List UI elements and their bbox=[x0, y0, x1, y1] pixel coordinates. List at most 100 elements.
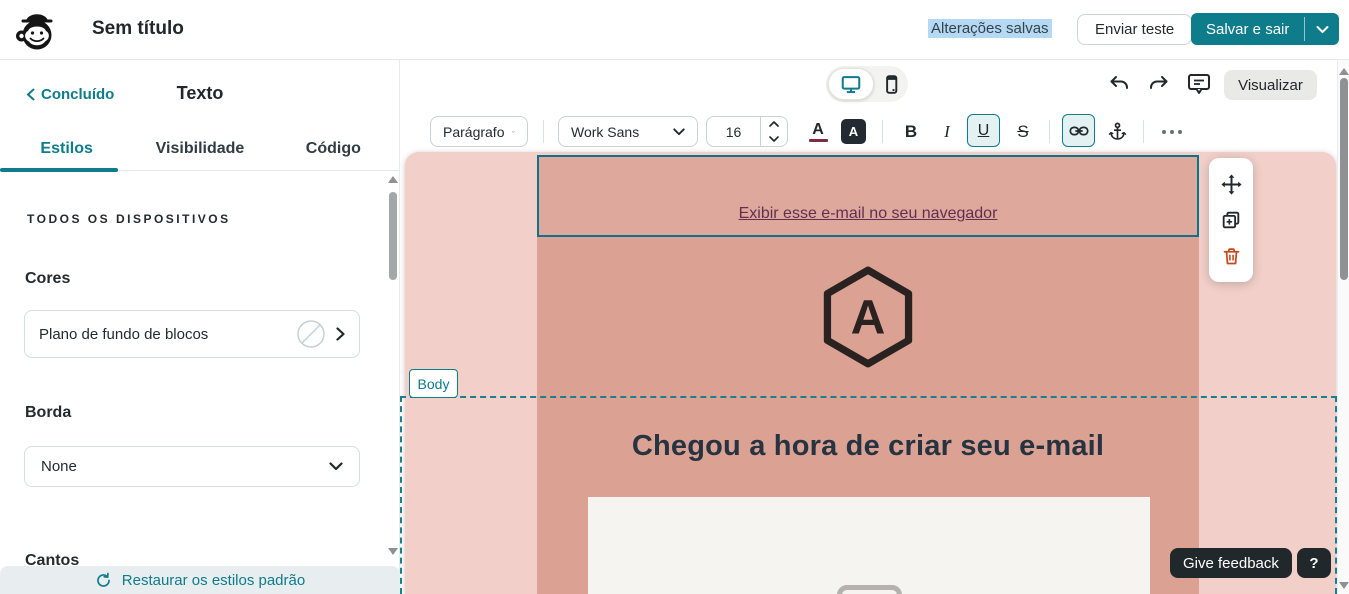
text-color-swatch bbox=[809, 139, 828, 142]
email-canvas: Exibir esse e-mail no seu navegador A Ch… bbox=[405, 152, 1336, 594]
preview-button[interactable]: Visualizar bbox=[1224, 70, 1317, 100]
bold-button[interactable]: B bbox=[898, 116, 924, 147]
text-color-icon: A bbox=[812, 121, 824, 138]
question-mark-icon: ? bbox=[1309, 555, 1318, 572]
device-preview-toggle bbox=[826, 66, 908, 102]
give-feedback-button[interactable]: Give feedback bbox=[1170, 548, 1292, 578]
tab-visibilidade[interactable]: Visibilidade bbox=[133, 138, 266, 170]
send-test-button[interactable]: Enviar teste bbox=[1077, 14, 1192, 45]
redo-icon bbox=[1147, 73, 1171, 97]
trash-icon bbox=[1221, 246, 1242, 267]
chevron-down-icon bbox=[329, 462, 343, 471]
font-family-value: Work Sans bbox=[571, 124, 665, 140]
more-options-icon bbox=[1162, 130, 1166, 134]
desktop-preview-button[interactable] bbox=[828, 68, 874, 100]
view-in-browser-link[interactable]: Exibir esse e-mail no seu navegador bbox=[739, 205, 998, 223]
body-tag-label: Body bbox=[418, 376, 450, 392]
anchor-button[interactable] bbox=[1103, 116, 1131, 147]
font-size-value[interactable]: 16 bbox=[707, 117, 760, 146]
chevron-right-icon bbox=[336, 327, 345, 341]
block-actions-toolbar bbox=[1209, 158, 1253, 282]
document-title[interactable]: Sem título bbox=[92, 18, 184, 40]
image-content-block[interactable] bbox=[588, 497, 1150, 594]
font-size-decrease-button[interactable] bbox=[761, 132, 787, 147]
sidebar-scrollbar-thumb[interactable] bbox=[389, 192, 397, 280]
save-and-exit-label: Salvar e sair bbox=[1206, 21, 1289, 38]
settings-sidebar: Concluído Texto Estilos Visibilidade Cód… bbox=[0, 60, 400, 594]
sidebar-scroll-up-arrow[interactable] bbox=[388, 176, 398, 183]
border-heading: Borda bbox=[25, 404, 71, 422]
bold-icon: B bbox=[905, 122, 917, 142]
link-icon bbox=[1068, 120, 1090, 142]
chevron-down-icon bbox=[512, 128, 515, 136]
send-test-label: Enviar teste bbox=[1095, 21, 1174, 38]
mobile-icon bbox=[881, 74, 902, 95]
toolbar-divider bbox=[882, 120, 883, 143]
border-style-select[interactable]: None bbox=[24, 446, 360, 487]
highlight-color-icon: A bbox=[849, 124, 858, 139]
comment-icon bbox=[1186, 71, 1212, 97]
duplicate-block-button[interactable] bbox=[1219, 208, 1243, 232]
italic-button[interactable]: I bbox=[934, 116, 960, 147]
colors-heading: Cores bbox=[25, 270, 70, 288]
text-color-button[interactable]: A bbox=[806, 116, 830, 147]
save-status-text: Alterações salvas bbox=[928, 19, 1052, 38]
more-options-button[interactable] bbox=[1156, 116, 1188, 147]
font-family-select[interactable]: Work Sans bbox=[558, 116, 698, 147]
restore-default-styles-label: Restaurar os estilos padrão bbox=[122, 572, 305, 589]
undo-button[interactable] bbox=[1106, 72, 1132, 98]
font-size-increase-button[interactable] bbox=[761, 117, 787, 132]
strikethrough-button[interactable]: S bbox=[1008, 116, 1038, 147]
refresh-icon bbox=[95, 572, 112, 589]
comments-button[interactable] bbox=[1185, 70, 1213, 98]
tab-codigo[interactable]: Código bbox=[267, 138, 400, 170]
heading-text-block[interactable]: Chegou a hora de criar seu e-mail bbox=[537, 396, 1199, 497]
all-devices-section-header: TODOS OS DISPOSITIVOS bbox=[27, 212, 231, 226]
help-button[interactable]: ? bbox=[1297, 548, 1331, 578]
delete-block-button[interactable] bbox=[1219, 244, 1243, 268]
email-heading-text: Chegou a hora de criar seu e-mail bbox=[632, 430, 1104, 463]
underline-icon: U bbox=[978, 122, 990, 140]
anchor-icon bbox=[1107, 121, 1128, 142]
scroll-up-arrow[interactable] bbox=[1339, 68, 1349, 75]
redo-button[interactable] bbox=[1146, 72, 1172, 98]
hexagon-logo-icon: A bbox=[816, 265, 920, 369]
highlight-color-button[interactable]: A bbox=[841, 119, 866, 144]
scroll-down-arrow[interactable] bbox=[1339, 582, 1349, 589]
mobile-preview-button[interactable] bbox=[874, 74, 908, 95]
toolbar-divider bbox=[1049, 120, 1050, 143]
none-color-icon bbox=[296, 319, 326, 349]
paragraph-style-value: Parágrafo bbox=[443, 124, 504, 140]
block-background-label: Plano de fundo de blocos bbox=[39, 326, 296, 343]
tab-estilos[interactable]: Estilos bbox=[0, 138, 133, 170]
save-and-exit-dropdown-button[interactable] bbox=[1305, 13, 1339, 45]
duplicate-icon bbox=[1220, 209, 1242, 231]
undo-icon bbox=[1107, 73, 1131, 97]
strikethrough-icon: S bbox=[1017, 122, 1028, 142]
mailchimp-logo-icon[interactable] bbox=[15, 8, 59, 52]
insert-link-button-active[interactable] bbox=[1062, 114, 1095, 147]
save-and-exit-button[interactable]: Salvar e sair bbox=[1191, 13, 1304, 45]
restore-default-styles-button[interactable]: Restaurar os estilos padrão bbox=[0, 566, 400, 594]
save-and-exit-button-group: Salvar e sair bbox=[1191, 13, 1339, 45]
move-icon bbox=[1220, 173, 1243, 196]
chevron-down-icon bbox=[673, 128, 685, 136]
main-scrollbar-thumb[interactable] bbox=[1340, 78, 1348, 280]
underline-button-active[interactable]: U bbox=[967, 114, 1000, 147]
logo-letter: A bbox=[851, 291, 886, 344]
logo-image-block[interactable]: A bbox=[537, 237, 1199, 396]
paragraph-style-select[interactable]: Parágrafo bbox=[430, 116, 528, 147]
border-style-value: None bbox=[41, 458, 329, 475]
caret-down-icon bbox=[769, 136, 779, 142]
move-block-button[interactable] bbox=[1219, 172, 1243, 196]
toolbar-divider bbox=[543, 120, 544, 143]
sidebar-scroll-down-arrow[interactable] bbox=[388, 548, 398, 555]
block-background-color-row[interactable]: Plano de fundo de blocos bbox=[24, 310, 360, 358]
give-feedback-label: Give feedback bbox=[1183, 555, 1279, 572]
body-tag[interactable]: Body bbox=[409, 369, 458, 398]
main-scrollbar[interactable] bbox=[1337, 60, 1349, 594]
selected-text-block[interactable]: Exibir esse e-mail no seu navegador bbox=[537, 155, 1199, 237]
chevron-down-icon bbox=[1316, 25, 1329, 34]
preview-label: Visualizar bbox=[1238, 77, 1303, 94]
phone-icon bbox=[837, 585, 902, 594]
